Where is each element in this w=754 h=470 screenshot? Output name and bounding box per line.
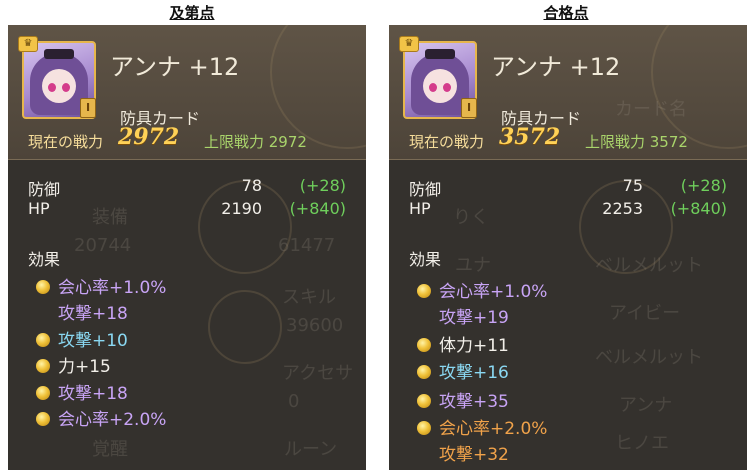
stat-value: 78 [241,176,262,195]
stat-row-hp: HP 2253 (+840) [409,199,727,221]
stat-value: 75 [622,176,643,195]
stat-value: 2253 [602,199,643,218]
stat-row-defense: 防御 78 (+28) [28,176,346,199]
stat-bonus: (+28) [680,176,727,195]
effect-line: 体力+11 [417,331,509,356]
stat-value: 2190 [221,199,262,218]
effect-line: 攻撃+10 [36,326,128,351]
gold-orb-icon [417,421,431,435]
right-card-panel: カード名 りく ユナ ベルメルット アイビー ベルメルット アンナ ヒノエ ♛ … [389,25,747,470]
effect-line: 会心率+1.0% [36,273,166,298]
ghost-text: 0 [288,391,300,412]
effects-title: 効果 [28,250,61,269]
left-caption: 及第点 [169,4,215,22]
power-label: 現在の戦力 [409,133,485,151]
card-name: アンナ +12 [110,53,240,81]
gold-orb-icon [36,333,50,347]
power-value: 3572 [499,124,561,150]
rank-badge: I [461,98,477,118]
ghost-text: 20744 [74,235,132,256]
rank-badge: I [80,98,96,118]
effect-line: 攻撃+16 [417,358,509,383]
power-label: 現在の戦力 [28,133,104,151]
stat-bonus: (+840) [289,199,346,218]
ghost-text: 61477 [278,235,336,256]
ghost-text: ルーン [284,439,338,460]
effect-line: 攻撃+35 [417,387,509,412]
effect-line: 会心率+2.0% [36,405,166,430]
card-name: アンナ +12 [491,53,621,81]
gold-orb-icon [36,412,50,426]
effects-title: 効果 [409,250,442,269]
ghost-text: ヒノエ [615,433,669,454]
ghost-text: 覚醒 [92,439,128,460]
effect-line: 会心率+2.0% [417,414,547,439]
decor-circle [208,290,282,364]
ghost-text: ユナ [455,255,491,276]
effect-line: 会心率+1.0% [417,277,547,302]
gold-orb-icon [36,359,50,373]
effect-line: 攻撃+19 [439,308,509,328]
effect-line: 攻撃+32 [439,445,509,465]
ghost-text: 39600 [286,315,344,336]
left-card-panel: 装備 20744 61477 スキル 39600 アクセサ 0 覚醒 ルーン ♛… [8,25,366,470]
ghost-text: ベルメルット [595,347,703,368]
power-limit: 上限戦力 3572 [585,133,688,151]
right-caption: 合格点 [543,4,589,22]
power-value: 2972 [118,124,180,150]
stat-label: 防御 [28,180,61,199]
stat-row-hp: HP 2190 (+840) [28,199,346,221]
gold-orb-icon [417,394,431,408]
effect-line: 力+15 [36,352,111,377]
ghost-text: アンナ [619,395,673,416]
ghost-text: ベルメルット [595,255,703,276]
ghost-text: アイビー [609,303,681,324]
stat-label: HP [28,199,50,218]
gold-orb-icon [36,386,50,400]
stat-label: 防御 [409,180,442,199]
crown-icon: ♛ [18,36,38,52]
gold-orb-icon [417,284,431,298]
gold-orb-icon [36,280,50,294]
gold-orb-icon [417,338,431,352]
ghost-text: カード名 [615,99,687,120]
effect-line: 攻撃+18 [36,379,128,404]
power-limit: 上限戦力 2972 [204,133,307,151]
stat-bonus: (+28) [299,176,346,195]
effect-line: 攻撃+18 [58,304,128,324]
stat-label: HP [409,199,431,218]
stat-bonus: (+840) [670,199,727,218]
stat-row-defense: 防御 75 (+28) [409,176,727,199]
crown-icon: ♛ [399,36,419,52]
gold-orb-icon [417,365,431,379]
ghost-text: スキル [282,287,336,308]
ghost-text: アクセサ [282,363,354,384]
